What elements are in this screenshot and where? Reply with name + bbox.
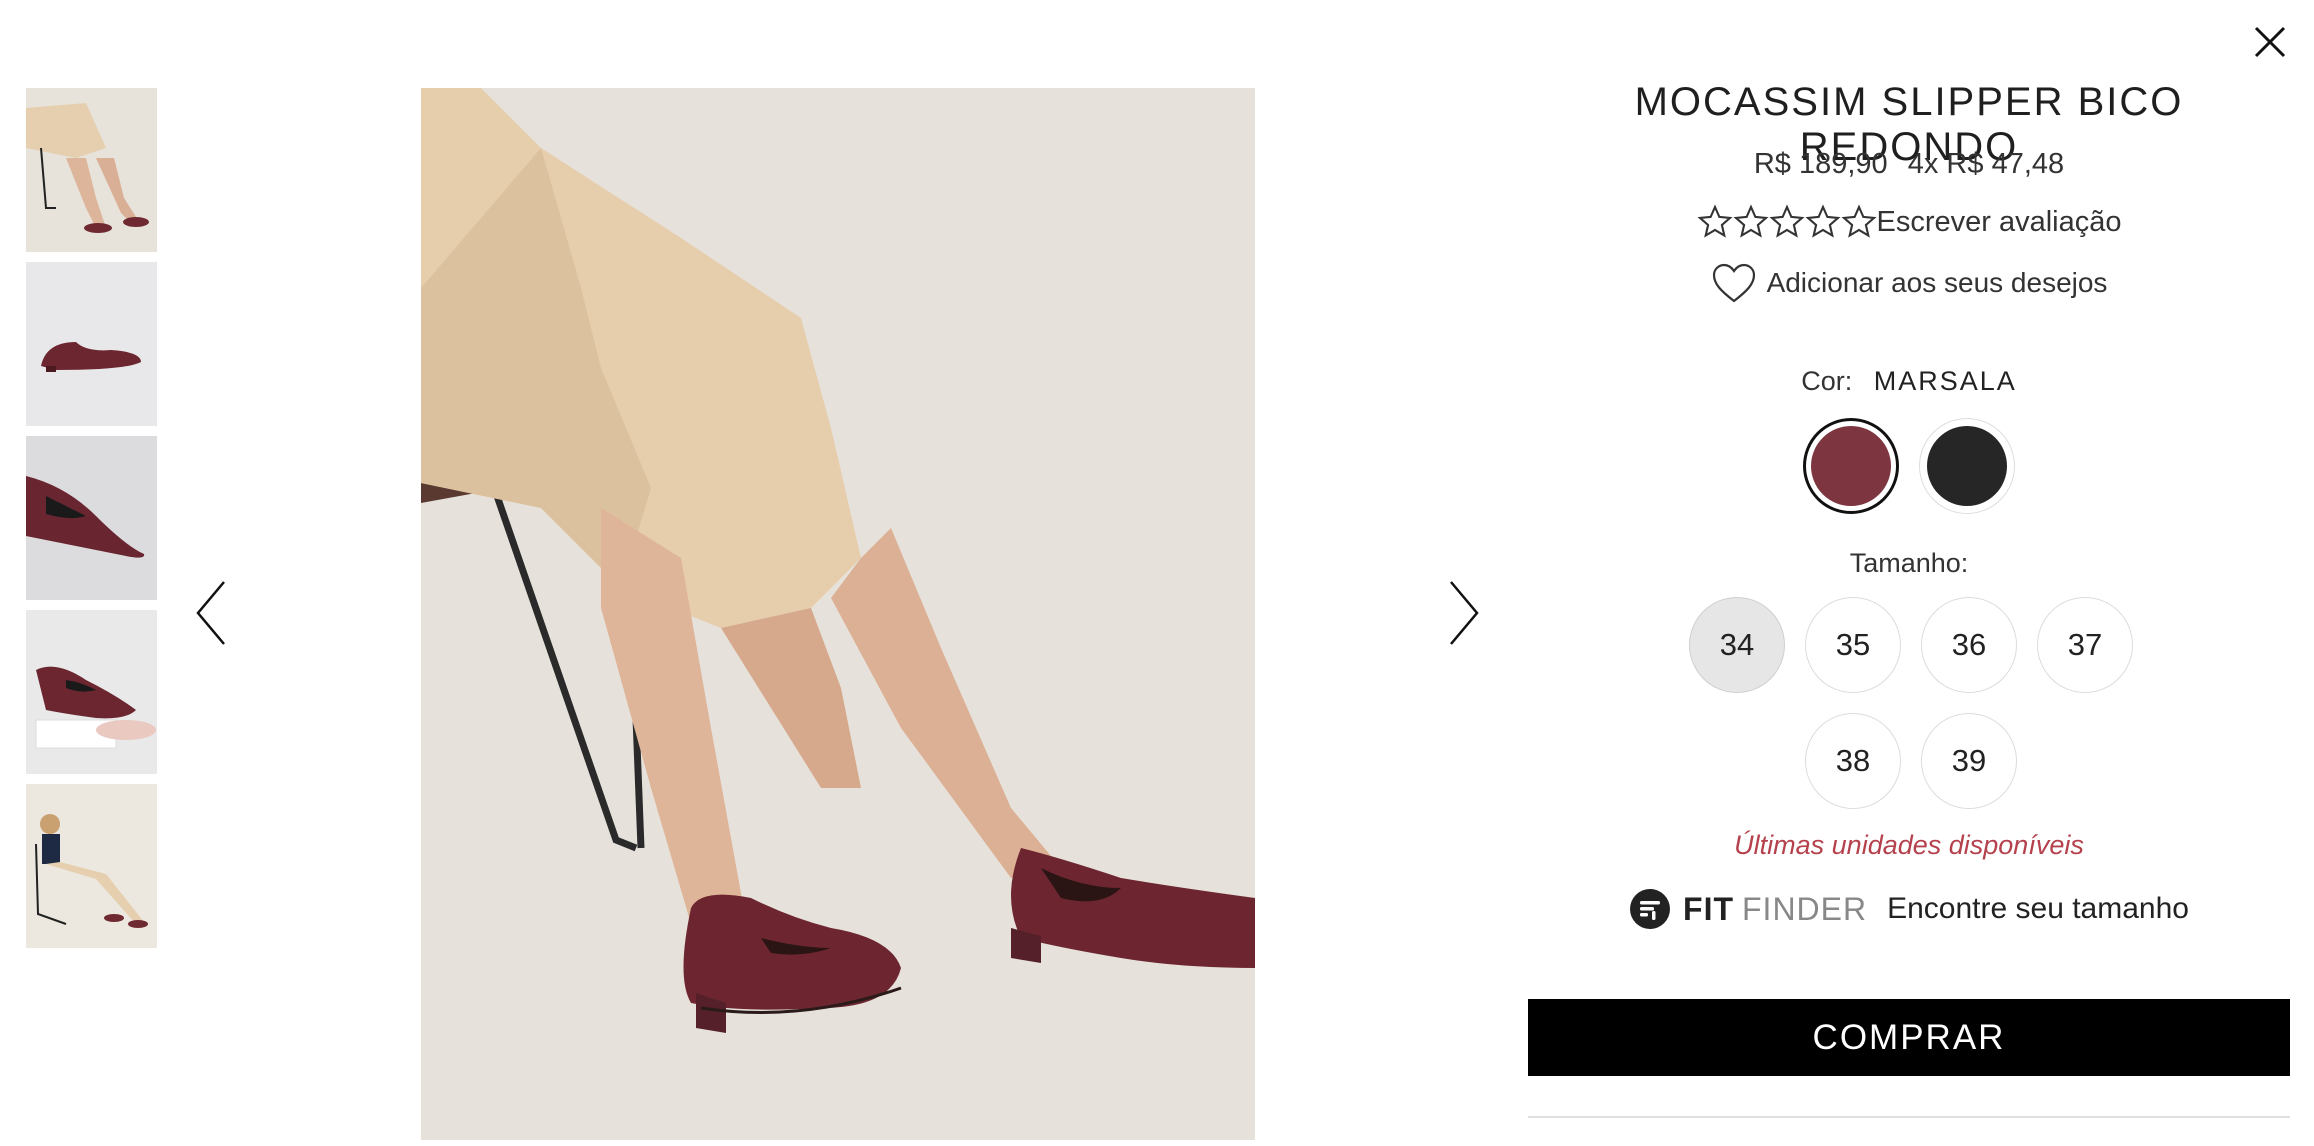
color-swatch-fill — [1811, 426, 1891, 506]
product-price: R$ 189,90 — [1753, 148, 1888, 180]
star-outline-icon[interactable] — [1804, 204, 1841, 240]
size-label: Tamanho: — [1849, 548, 1969, 578]
color-swatch-marsala[interactable] — [1803, 418, 1899, 514]
thumbnail-1[interactable] — [26, 88, 157, 252]
rating-stars — [1696, 204, 1877, 240]
fit-finder-brand-light: FINDER — [1742, 890, 1868, 927]
buy-button[interactable]: COMPRAR — [1528, 999, 2290, 1076]
star-outline-icon[interactable] — [1840, 204, 1877, 240]
fit-finder-link[interactable]: FIT FINDER Encontre seu tamanho — [1528, 888, 2290, 930]
fit-finder-brand-bold: FIT — [1683, 890, 1734, 927]
size-option-38[interactable]: 38 — [1805, 713, 1901, 809]
fit-finder-logo-icon — [1630, 889, 1671, 929]
color-label: Cor: — [1801, 366, 1853, 396]
main-product-image — [421, 88, 1255, 1140]
divider — [1528, 1116, 2290, 1118]
star-outline-icon[interactable] — [1732, 204, 1769, 240]
wishlist-label: Adicionar aos seus desejos — [1766, 267, 2108, 298]
size-option-34[interactable]: 34 — [1689, 597, 1785, 693]
thumbnail-2[interactable] — [26, 262, 157, 426]
write-review-link[interactable]: Escrever avaliação — [1877, 206, 2122, 239]
rating-row: Escrever avaliação — [1528, 204, 2290, 240]
close-icon[interactable] — [2250, 22, 2290, 62]
thumbnail-gallery — [26, 88, 157, 958]
size-option-36[interactable]: 36 — [1921, 597, 2017, 693]
fit-finder-text: Encontre seu tamanho — [1887, 892, 2189, 925]
product-quickview: MOCASSIM SLIPPER BICO REDONDO R$ 189,90 … — [0, 0, 2314, 1146]
thumbnail-4[interactable] — [26, 610, 157, 774]
installments: 4x R$ 47,48 — [1907, 148, 2065, 180]
color-swatch-black[interactable] — [1919, 418, 2015, 514]
size-option-39[interactable]: 39 — [1921, 713, 2017, 809]
color-label-row: Cor: MARSALA — [1528, 366, 2290, 397]
color-swatch-fill — [1927, 426, 2007, 506]
star-outline-icon[interactable] — [1696, 204, 1733, 240]
chevron-left-icon[interactable] — [192, 578, 232, 648]
thumbnail-5[interactable] — [26, 784, 157, 948]
stock-message: Últimas unidades disponíveis — [1734, 830, 2084, 860]
color-swatches — [1528, 418, 2290, 514]
selected-color-name: MARSALA — [1873, 366, 2017, 396]
add-to-wishlist-button[interactable]: Adicionar aos seus desejos — [1528, 262, 2290, 304]
size-options: 34 35 36 37 38 39 — [1681, 597, 2141, 809]
star-outline-icon[interactable] — [1768, 204, 1805, 240]
heart-outline-icon — [1712, 263, 1755, 303]
size-option-37[interactable]: 37 — [2037, 597, 2133, 693]
chevron-right-icon[interactable] — [1443, 578, 1483, 648]
thumbnail-3[interactable] — [26, 436, 157, 600]
size-option-35[interactable]: 35 — [1805, 597, 1901, 693]
price-row: R$ 189,90 4x R$ 47,48 — [1528, 148, 2290, 181]
